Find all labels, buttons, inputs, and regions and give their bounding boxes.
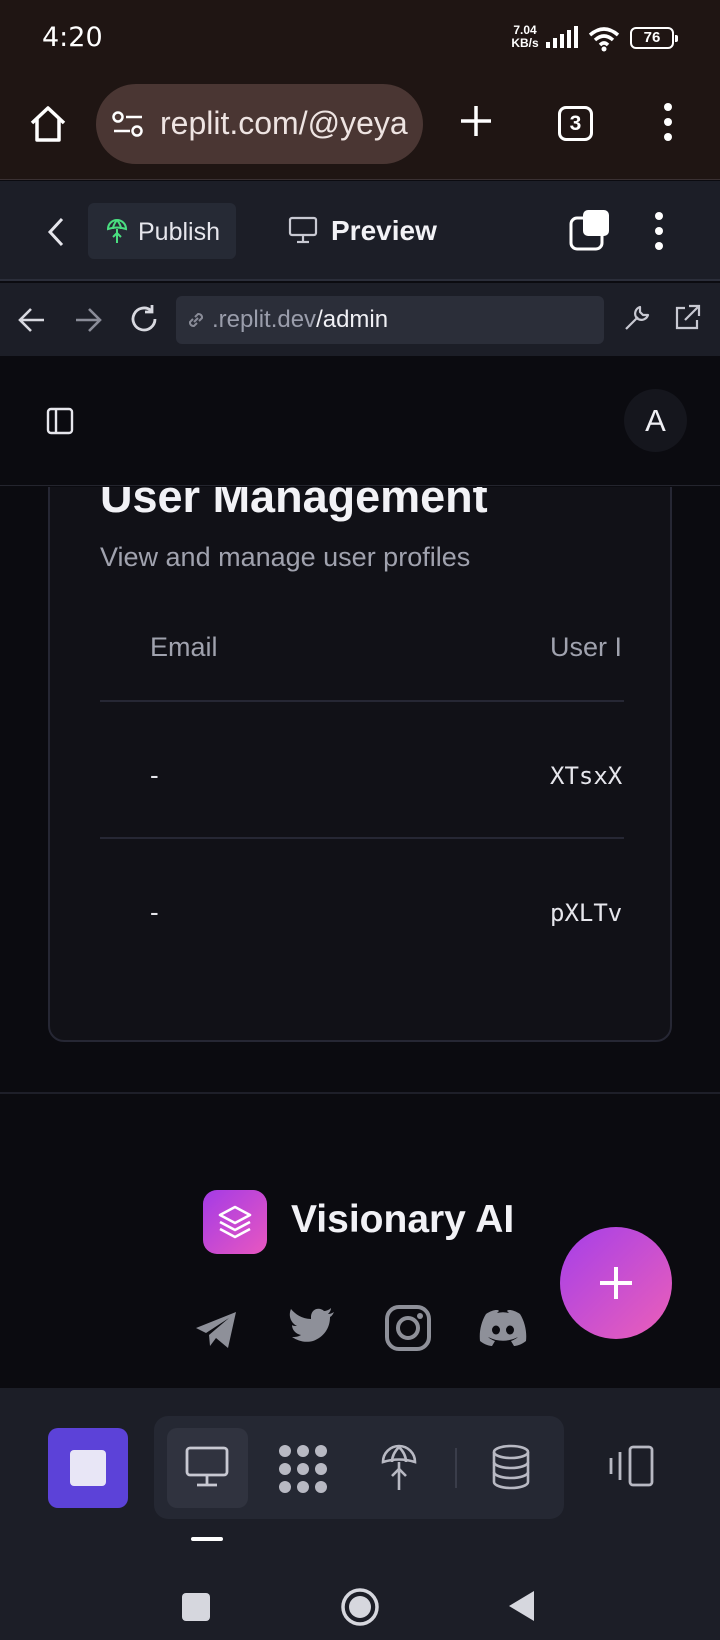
nav-back-icon[interactable] [18,307,46,333]
preview-navbar: .replit.dev/admin [0,283,720,356]
column-header-user-id: User I [550,632,623,662]
table-divider [100,700,624,702]
workspace-dock [0,1388,720,1528]
column-header-email: Email [150,632,218,662]
dock-divider [455,1448,457,1488]
card-subtitle: View and manage user profiles [100,542,471,572]
publish-button[interactable]: Publish [88,203,236,259]
link-icon [188,312,204,328]
deploy-icon[interactable] [380,1444,418,1492]
monitor-icon [185,1446,229,1487]
home-icon[interactable] [28,104,68,144]
status-time: 4:20 [42,22,103,53]
workspace-menu-icon[interactable] [654,211,664,251]
back-chevron-icon[interactable] [46,217,66,247]
url-text: replit.com/@yeya [160,105,408,141]
status-bar: 4:20 7.04 KB/s 76 [0,0,720,80]
tabs-overview-icon[interactable] [569,209,611,251]
network-speed: 7.04 KB/s [511,23,539,50]
monitor-icon [288,216,318,244]
site-settings-icon[interactable] [112,110,144,138]
replit-header: Publish Preview [0,181,720,281]
stop-button[interactable] [48,1428,128,1508]
user-management-card: User Management View and manage user pro… [48,487,672,1042]
system-back-button[interactable] [506,1589,536,1623]
open-external-icon[interactable] [672,303,702,333]
recent-apps-button[interactable] [182,1593,210,1621]
layout-panels-icon[interactable] [608,1444,656,1488]
agent-grid-icon[interactable] [278,1444,328,1494]
preview-address-bar[interactable]: .replit.dev/admin [176,296,604,344]
browser-toolbar: replit.com/@yeya 3 [0,80,720,180]
cell-user-id: XTsxXu [550,762,624,790]
nav-forward-icon[interactable] [74,307,102,333]
preview-tab-label[interactable]: Preview [331,215,437,247]
browser-menu-icon[interactable] [663,102,673,142]
system-navigation-bar [0,1528,720,1640]
preview-address-text: .replit.dev/admin [212,306,389,333]
sidebar-toggle-icon[interactable] [46,407,74,435]
signal-icon [546,26,578,48]
publish-label: Publish [138,218,220,246]
url-bar[interactable]: replit.com/@yeya [96,84,423,164]
telegram-icon[interactable] [194,1310,238,1350]
add-fab-button[interactable] [560,1227,672,1339]
cell-email: - [150,897,159,927]
devtools-wrench-icon[interactable] [622,303,652,333]
users-table: Email User I - XTsxXu - pXLTv [100,594,624,974]
card-title: User Management [100,487,488,522]
cell-user-id: pXLTv [550,899,623,927]
tool-preview-button[interactable] [167,1428,248,1508]
app-header: A [0,356,720,486]
battery-indicator: 76 [630,27,678,49]
wifi-icon [588,27,620,52]
brand-logo [203,1190,267,1254]
instagram-icon[interactable] [384,1304,432,1352]
active-tool-indicator [191,1537,223,1541]
reload-icon[interactable] [128,303,160,335]
table-divider [100,837,624,839]
publish-icon [106,219,128,243]
discord-icon[interactable] [478,1308,528,1348]
tab-switcher-button[interactable]: 3 [558,106,593,141]
main-content: User Management View and manage user pro… [0,487,720,1093]
database-icon[interactable] [491,1444,531,1490]
home-button[interactable] [340,1587,380,1627]
layers-icon [218,1205,252,1239]
plus-icon [600,1267,632,1299]
new-tab-icon[interactable] [459,104,493,138]
user-avatar[interactable]: A [624,389,687,452]
cell-email: - [150,760,159,790]
twitter-icon[interactable] [288,1306,336,1350]
brand-name: Visionary AI [291,1198,515,1241]
